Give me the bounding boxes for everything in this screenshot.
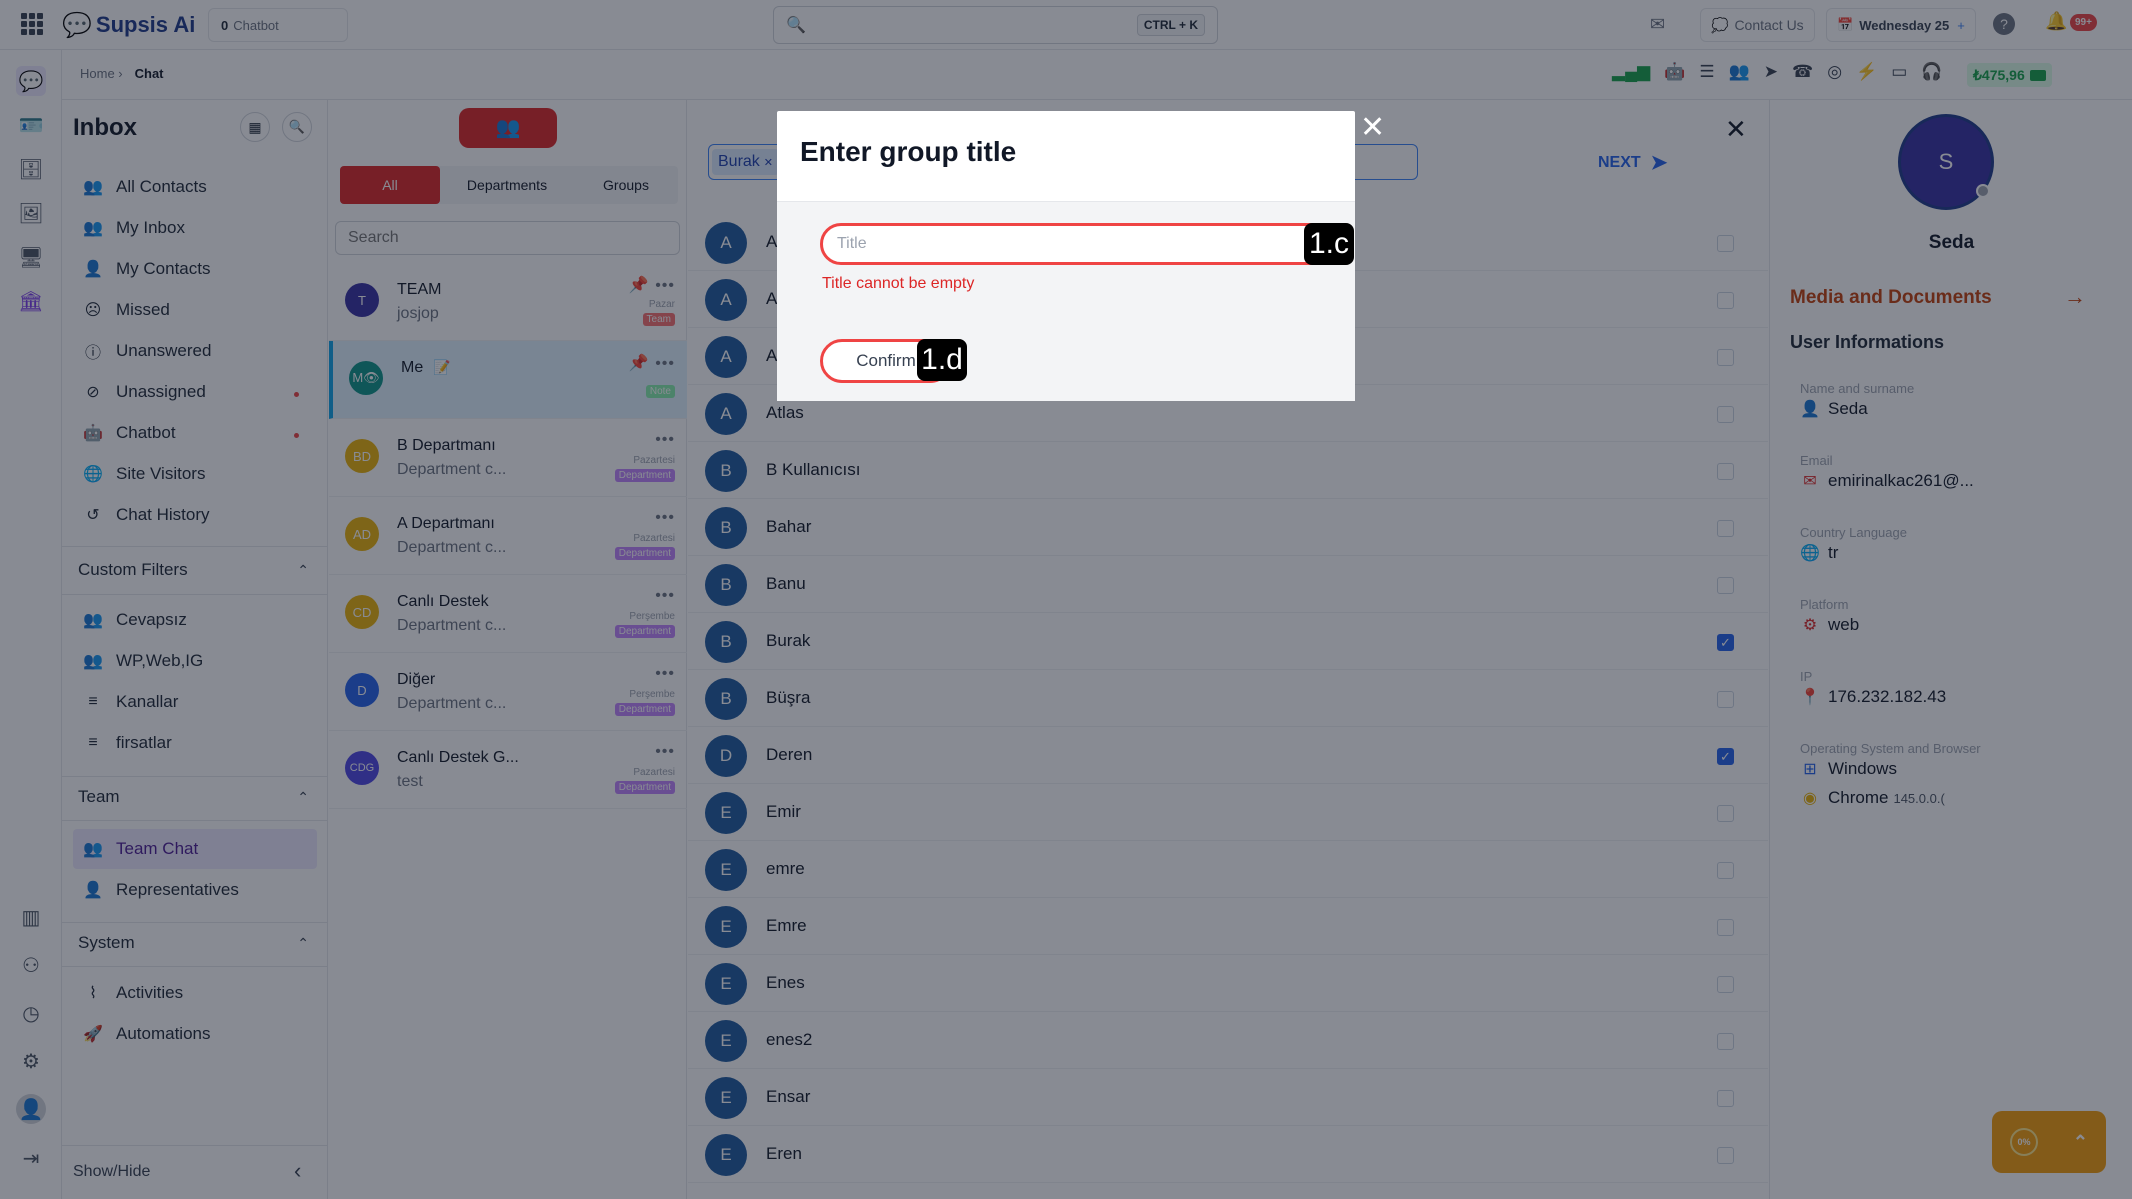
modal-close-icon[interactable]: ✕ — [1360, 113, 1385, 143]
modal-title: Enter group title — [800, 136, 1017, 167]
title-error-message: Title cannot be empty — [822, 275, 975, 292]
group-title-input[interactable] — [820, 223, 1332, 265]
step-badge-input: 1.c — [1304, 223, 1354, 265]
step-badge-confirm: 1.d — [917, 339, 967, 381]
group-title-modal: Enter group title 1.c Title cannot be em… — [777, 111, 1355, 401]
